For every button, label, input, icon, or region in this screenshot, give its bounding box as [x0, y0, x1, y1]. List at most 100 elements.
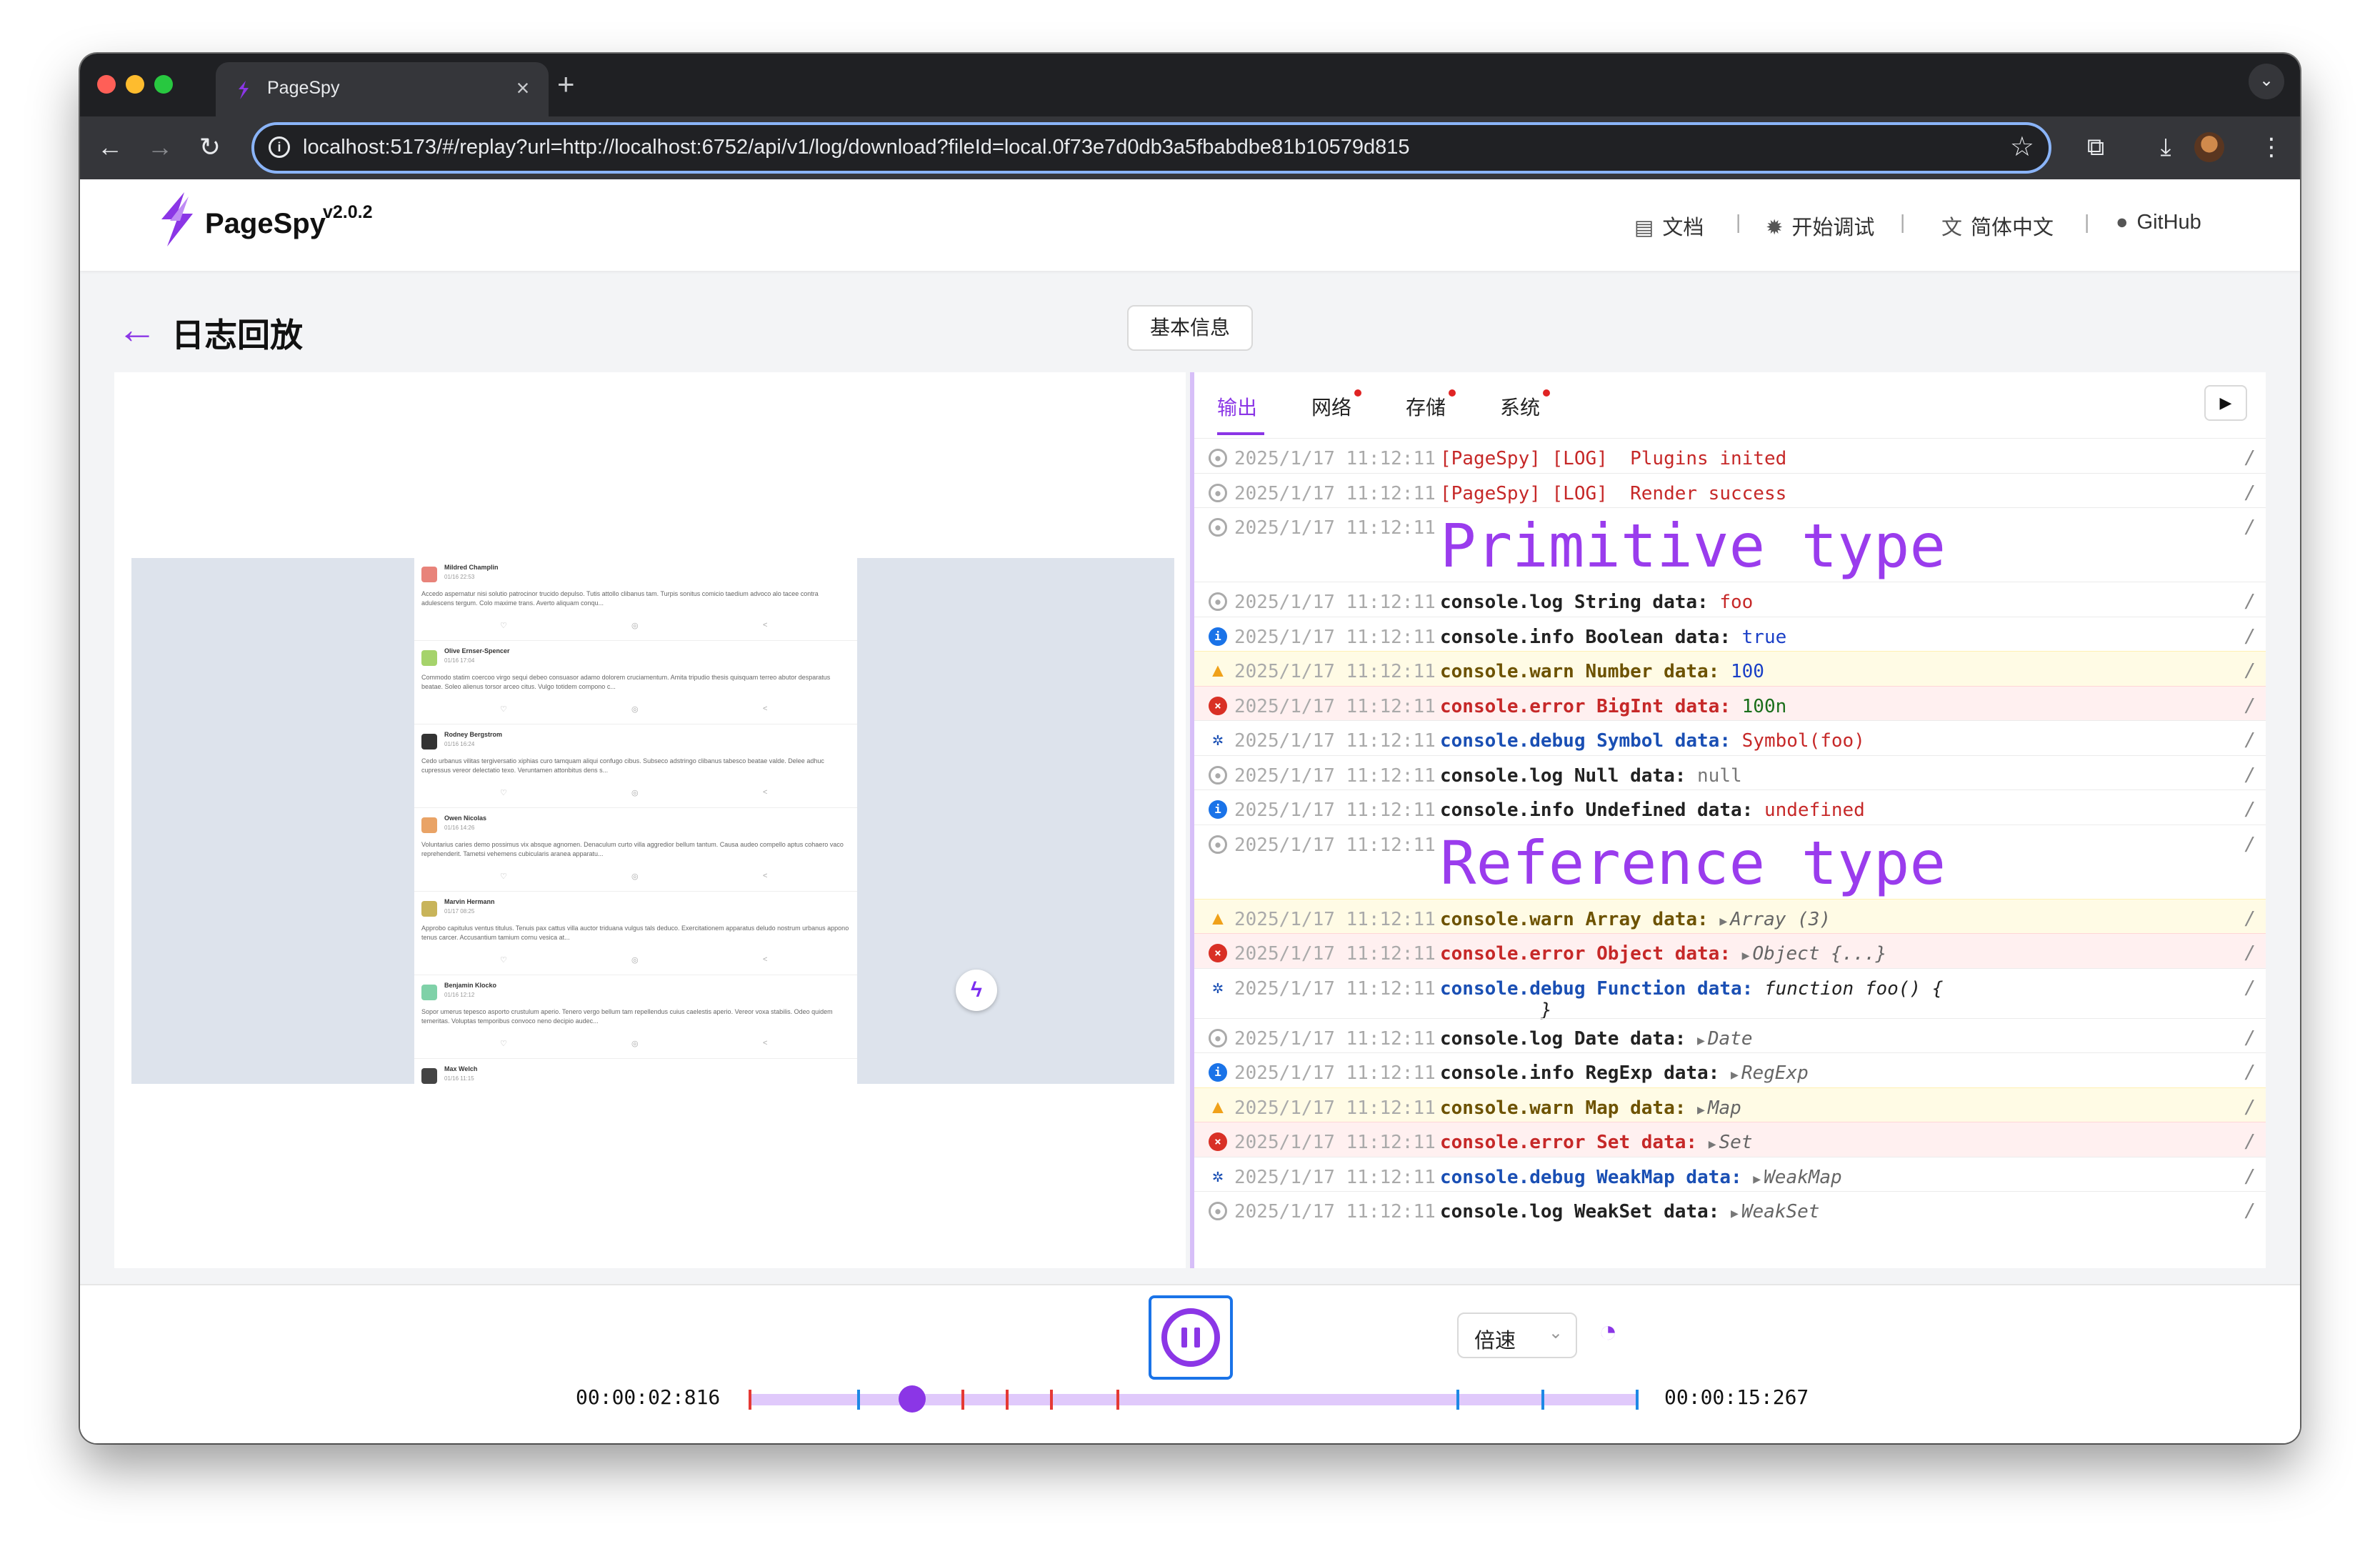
- tab-close-icon[interactable]: ×: [510, 74, 536, 102]
- nav-docs-link[interactable]: ▤ 文档: [1634, 211, 1704, 241]
- log-value[interactable]: WeakMap: [1764, 1167, 1842, 1188]
- log-source-link[interactable]: /: [2244, 591, 2256, 612]
- log-level-icon: ●: [1209, 592, 1227, 611]
- log-source-link[interactable]: /: [2244, 1166, 2256, 1187]
- back-icon[interactable]: ←: [89, 125, 131, 169]
- timeline-marker[interactable]: [1116, 1390, 1119, 1410]
- log-row: i 2025/1/17 11:12:11 console.info RegExp d…: [1194, 1052, 2266, 1087]
- url-text[interactable]: localhost:5173/#/replay?url=http://local…: [303, 136, 1410, 159]
- progress-thumb[interactable]: [899, 1385, 926, 1413]
- close-window-button[interactable]: [97, 75, 116, 94]
- log-label: console.info Undefined data:: [1440, 800, 1754, 821]
- log-row: ● 2025/1/17 11:12:11 Reference type /: [1194, 824, 2266, 899]
- log-source-link[interactable]: /: [2244, 1062, 2256, 1083]
- expand-caret-icon[interactable]: ▶: [1709, 1137, 1716, 1152]
- progress-track[interactable]: [749, 1385, 1639, 1413]
- log-source-link[interactable]: /: [2244, 660, 2256, 682]
- log-source-link[interactable]: /: [2244, 764, 2256, 786]
- log-source-link[interactable]: /: [2244, 834, 2256, 855]
- reload-icon[interactable]: ↻: [189, 125, 231, 169]
- expand-caret-icon[interactable]: ▶: [1742, 948, 1750, 963]
- site-info-icon[interactable]: i: [269, 136, 290, 158]
- log-value[interactable]: Set: [1719, 1132, 1753, 1153]
- new-tab-icon[interactable]: +: [557, 66, 575, 102]
- log-source-link[interactable]: /: [2244, 1131, 2256, 1152]
- timeline-marker[interactable]: [1456, 1390, 1459, 1410]
- log-source-link[interactable]: /: [2244, 447, 2256, 469]
- log-value[interactable]: RegExp: [1741, 1062, 1809, 1084]
- timeline-marker[interactable]: [749, 1390, 751, 1410]
- expand-caret-icon[interactable]: ▶: [1753, 1172, 1761, 1187]
- play-icon[interactable]: ▶: [2204, 385, 2247, 421]
- log-row: ● 2025/1/17 11:12:11 [PageSpy] [LOG] Rende…: [1194, 472, 2266, 508]
- expand-caret-icon[interactable]: ▶: [1731, 1067, 1739, 1082]
- expand-caret-icon[interactable]: ▶: [1697, 1102, 1705, 1117]
- timeline-marker[interactable]: [1050, 1390, 1053, 1410]
- comment-icon: ◎: [631, 789, 639, 797]
- log-heading: Primitive type: [1440, 511, 1946, 581]
- log-source-link[interactable]: /: [2244, 517, 2256, 538]
- log-source-link[interactable]: /: [2244, 482, 2256, 504]
- post-date: 01/16 16:24: [444, 741, 475, 747]
- log-value[interactable]: Map: [1708, 1097, 1741, 1119]
- pagespy-logo-icon[interactable]: [149, 189, 206, 254]
- expand-caret-icon[interactable]: ▶: [1697, 1033, 1705, 1048]
- log-source-link[interactable]: /: [2244, 695, 2256, 717]
- basic-info-button[interactable]: 基本信息: [1127, 305, 1253, 351]
- minimize-window-button[interactable]: [126, 75, 144, 94]
- brand-name[interactable]: PageSpy: [205, 208, 326, 240]
- nav-start-debug-link[interactable]: ✹ 开始调试: [1766, 211, 1874, 241]
- total-time: 00:00:15:267: [1664, 1385, 1809, 1409]
- log-label: console.log String data:: [1440, 592, 1709, 613]
- log-value[interactable]: Date: [1708, 1028, 1753, 1050]
- log-source-link[interactable]: /: [2244, 1027, 2256, 1049]
- extensions-icon[interactable]: ⧉: [2074, 125, 2117, 169]
- tab-search-icon[interactable]: ⌄: [2249, 64, 2284, 99]
- log-source-link[interactable]: /: [2244, 799, 2256, 820]
- log-source-link[interactable]: /: [2244, 908, 2256, 930]
- timeline-marker[interactable]: [1541, 1390, 1544, 1410]
- log-value: undefined: [1764, 800, 1865, 821]
- info-icon: i: [1209, 800, 1227, 819]
- browser-tab[interactable]: PageSpy ×: [216, 62, 549, 116]
- expand-caret-icon[interactable]: ▶: [1731, 1206, 1739, 1221]
- post-text: Voluntarius caries demo possimus vix abs…: [421, 841, 844, 857]
- expand-caret-icon[interactable]: ▶: [1719, 914, 1727, 929]
- log-message: console.debug Function data: function fo…: [1440, 978, 1943, 1021]
- chevron-down-icon: ⌄: [1548, 1323, 1563, 1343]
- zoom-window-button[interactable]: [154, 75, 173, 94]
- nav-github-link[interactable]: ● GitHub: [2116, 211, 2201, 234]
- download-icon[interactable]: ⤓: [2144, 125, 2187, 169]
- timeline-marker[interactable]: [1636, 1390, 1639, 1410]
- like-icon: ♡: [500, 956, 507, 965]
- pause-button[interactable]: [1149, 1295, 1233, 1380]
- log-value[interactable]: WeakSet: [1741, 1201, 1820, 1222]
- log-value[interactable]: Object {...}: [1753, 943, 1887, 965]
- tab-network[interactable]: 网络: [1311, 389, 1362, 421]
- bookmark-star-icon[interactable]: ☆: [2010, 131, 2034, 163]
- log-source-link[interactable]: /: [2244, 977, 2256, 999]
- address-bar[interactable]: i localhost:5173/#/replay?url=http://loc…: [251, 122, 2051, 174]
- profile-avatar[interactable]: [2194, 132, 2224, 162]
- log-source-link[interactable]: /: [2244, 729, 2256, 751]
- log-level-icon: ●: [1209, 835, 1227, 854]
- log-source-link[interactable]: /: [2244, 626, 2256, 647]
- forward-icon[interactable]: →: [139, 125, 181, 169]
- info-icon: i: [1209, 1063, 1227, 1082]
- tab-console[interactable]: 输出: [1217, 392, 1257, 421]
- tab-system[interactable]: 系统: [1500, 389, 1551, 421]
- timeline-marker[interactable]: [857, 1390, 860, 1410]
- log-source-link[interactable]: /: [2244, 1097, 2256, 1118]
- back-arrow-icon[interactable]: ←: [117, 308, 157, 351]
- speed-gauge-icon[interactable]: ◔: [1599, 1314, 1618, 1350]
- post-date: 01/16 17:04: [444, 657, 475, 664]
- log-source-link[interactable]: /: [2244, 942, 2256, 964]
- timeline-marker[interactable]: [961, 1390, 964, 1410]
- log-source-link[interactable]: /: [2244, 1200, 2256, 1222]
- speed-select[interactable]: 倍速 ⌄: [1457, 1313, 1577, 1358]
- timeline-marker[interactable]: [1006, 1390, 1009, 1410]
- more-menu-icon[interactable]: ⋮: [2250, 125, 2293, 169]
- tab-storage[interactable]: 存储: [1406, 389, 1456, 421]
- nav-language-link[interactable]: 文简体中文: [1941, 211, 2054, 241]
- log-value[interactable]: Array (3): [1730, 909, 1831, 930]
